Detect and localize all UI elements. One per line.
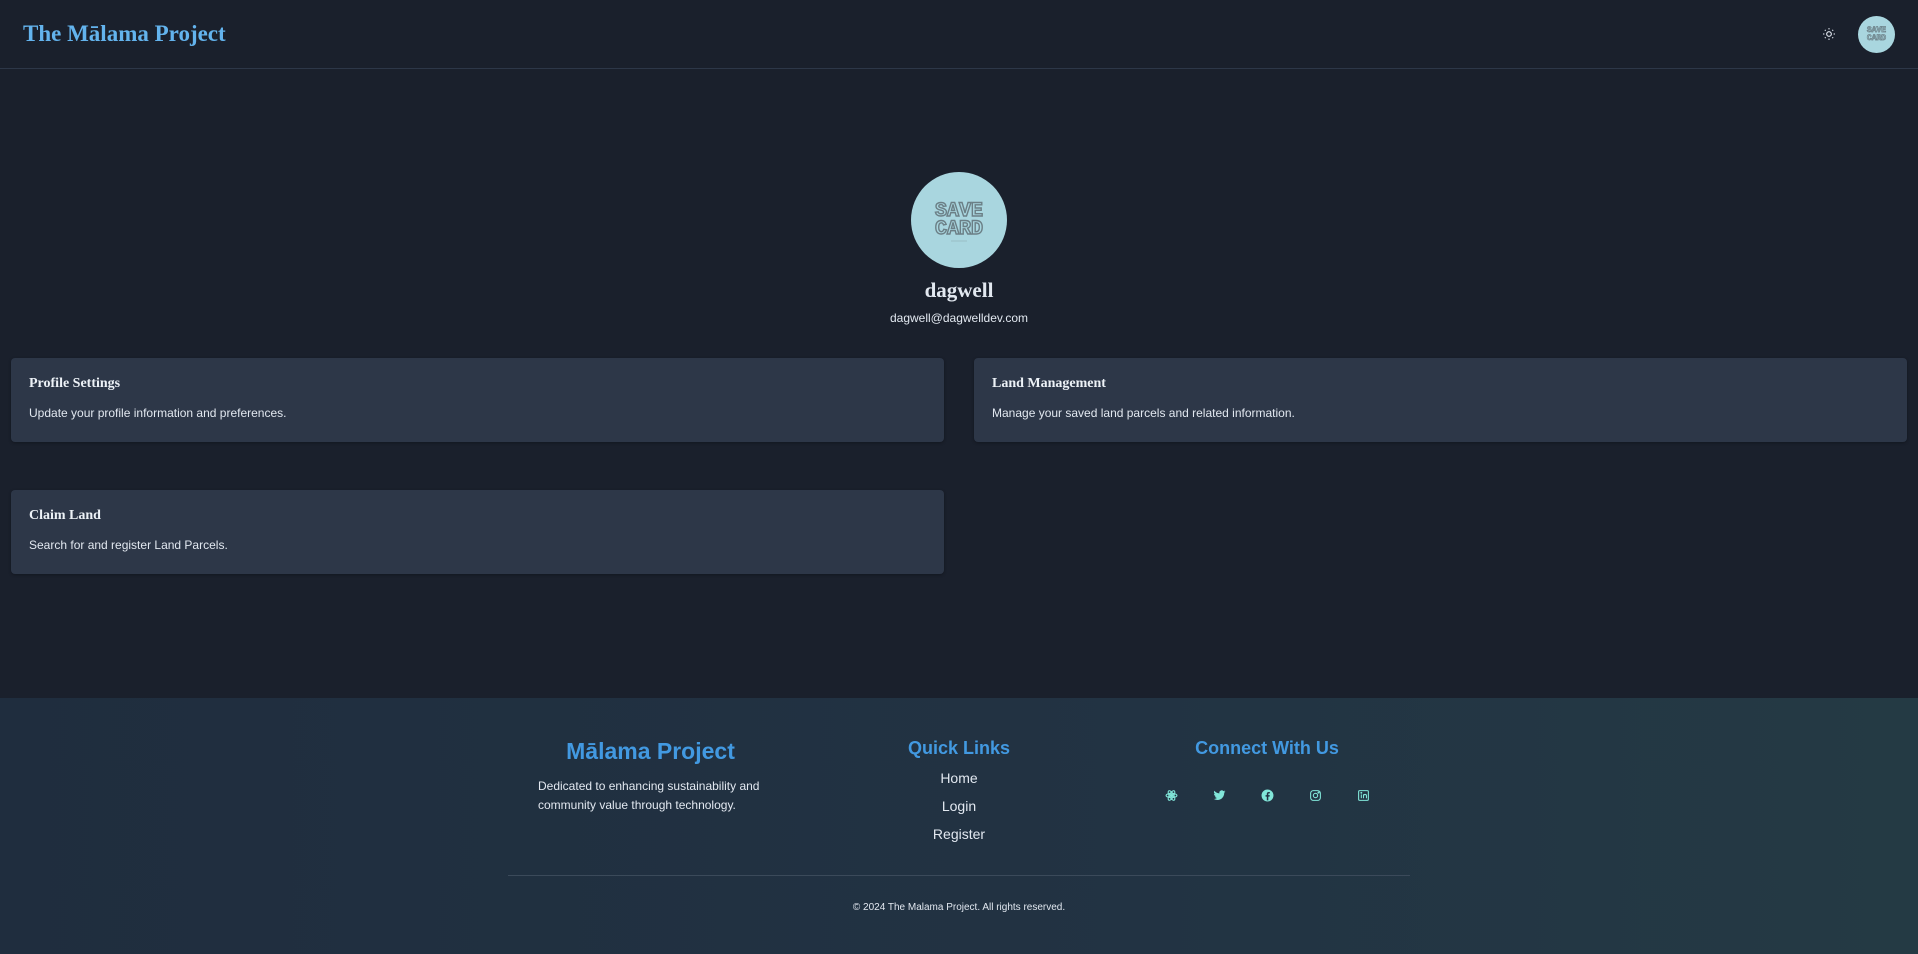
avatar-image: SAVE CARD xyxy=(934,199,983,241)
footer-link-login[interactable]: Login xyxy=(880,798,1038,826)
card-title: Land Management xyxy=(992,376,1106,391)
header-actions: SAVE CARD xyxy=(1818,15,1895,53)
linkedin-icon[interactable] xyxy=(1353,785,1373,805)
claim-land-card[interactable]: Claim Land Search for and register Land … xyxy=(11,490,944,574)
svg-text:CARD: CARD xyxy=(1867,34,1886,43)
footer-social: Connect With Us xyxy=(1150,738,1384,805)
facebook-icon[interactable] xyxy=(1257,785,1277,805)
footer-links-list: Home Login Register xyxy=(880,770,1038,854)
svg-text:CARD: CARD xyxy=(935,218,983,241)
footer-divider xyxy=(508,875,1410,876)
social-icons xyxy=(1150,785,1384,805)
brand-title[interactable]: The Mālama Project xyxy=(23,21,226,47)
footer-link-register[interactable]: Register xyxy=(880,826,1038,854)
footer-about-text: Dedicated to enhancing sustainability an… xyxy=(538,779,760,812)
card-title: Claim Land xyxy=(29,508,101,523)
profile-header: SAVE CARD dagwell dagwell@dagwelldev.com xyxy=(0,172,1918,325)
footer-copyright: © 2024 The Malama Project. All rights re… xyxy=(852,902,1066,913)
land-management-card[interactable]: Land Management Manage your saved land p… xyxy=(974,358,1907,442)
footer-about-title: Mālama Project xyxy=(566,738,735,764)
top-navbar: The Mālama Project SAVE CARD xyxy=(0,0,1918,69)
card-title: Profile Settings xyxy=(29,376,121,391)
card-description: Update your profile information and pref… xyxy=(29,406,287,420)
footer-link-home[interactable]: Home xyxy=(880,770,1038,798)
react-icon[interactable] xyxy=(1161,785,1181,805)
card-description: Search for and register Land Parcels. xyxy=(29,538,228,552)
profile-email: dagwell@dagwelldev.com xyxy=(889,311,1029,325)
user-avatar-button[interactable]: SAVE CARD xyxy=(1858,15,1895,53)
avatar-image: SAVE CARD xyxy=(1867,25,1887,43)
profile-avatar: SAVE CARD xyxy=(911,172,1007,268)
card-description: Manage your saved land parcels and relat… xyxy=(992,406,1295,420)
footer-about: Mālama Project Dedicated to enhancing su… xyxy=(538,738,763,815)
footer-quick-links: Quick Links Home Login Register xyxy=(880,738,1038,854)
twitter-icon[interactable] xyxy=(1209,785,1229,805)
sun-icon xyxy=(1823,28,1835,40)
footer-social-title: Connect With Us xyxy=(1195,738,1339,758)
instagram-icon[interactable] xyxy=(1305,785,1325,805)
footer-links-title: Quick Links xyxy=(907,738,1011,758)
profile-settings-card[interactable]: Profile Settings Update your profile inf… xyxy=(11,358,944,442)
profile-username: dagwell xyxy=(924,278,994,302)
theme-toggle-button[interactable] xyxy=(1818,23,1840,45)
site-footer: Mālama Project Dedicated to enhancing su… xyxy=(0,698,1918,954)
